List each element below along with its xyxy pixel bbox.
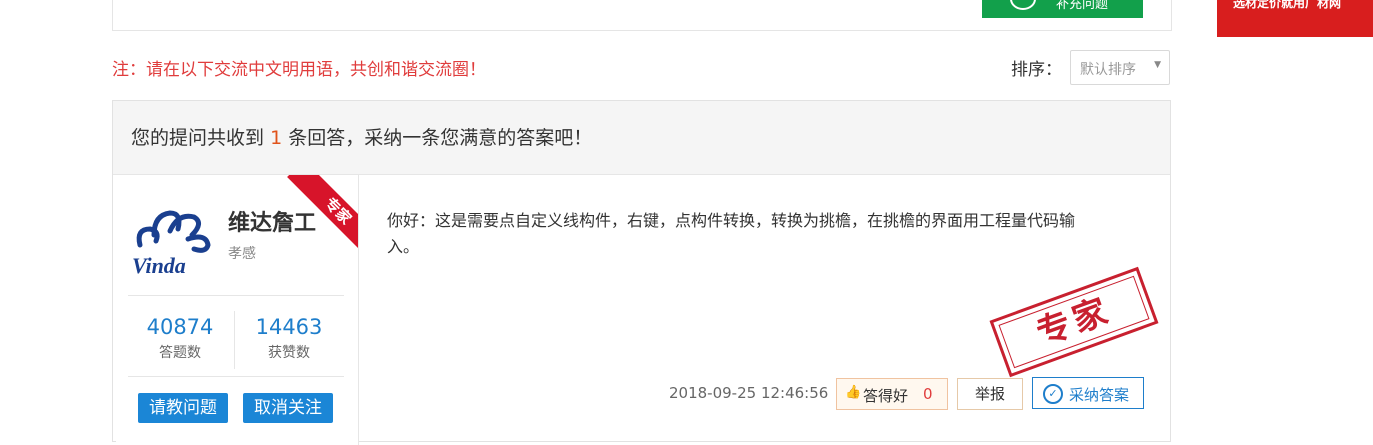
answers-summary: 您的提问共收到 1 条回答，采纳一条您满意的答案吧！ (131, 123, 592, 150)
answer-text: 你好：这是需要点自定义线构件，右键，点构件转换，转换为挑檐，在挑檐的界面用工程量… (387, 211, 1076, 256)
ask-question-button[interactable]: 请教问题 (138, 393, 228, 423)
dropdown-arrow-icon: ▼ (1154, 60, 1161, 70)
side-ad-banner[interactable]: 选材定价就用广材网 (1217, 0, 1373, 37)
unfollow-button[interactable]: 取消关注 (243, 393, 333, 423)
likes-label: 获赞数 (268, 345, 310, 361)
answers-label: 答题数 (159, 345, 201, 361)
good-answer-label: 答得好 (863, 387, 909, 405)
accept-answer-label: 采纳答案 (1069, 386, 1130, 404)
good-answer-button[interactable]: 👍 答得好 0 (836, 378, 948, 410)
stat-likes: 14463 获赞数 (235, 315, 343, 362)
summary-suffix: 条回答，采纳一条您满意的答案吧！ (288, 127, 593, 149)
report-button[interactable]: 举报 (957, 378, 1023, 410)
answers-header: 您的提问共收到 1 条回答，采纳一条您满意的答案吧！ (113, 101, 1170, 175)
summary-prefix: 您的提问共收到 (131, 127, 265, 149)
thumbs-up-icon: 👍 (845, 385, 862, 400)
likes-count: 14463 (255, 315, 323, 339)
svg-text:Vinda: Vinda (132, 253, 186, 277)
stat-answers: 40874 答题数 (126, 315, 234, 362)
sort-selected-value: 默认排序 (1080, 62, 1136, 78)
good-answer-count: 0 (923, 385, 933, 403)
ad-text: 选材定价就用广材网 (1233, 0, 1342, 10)
vinda-logo[interactable]: Vinda (130, 205, 212, 277)
sort-label: 排序： (1011, 60, 1062, 80)
profile-divider (128, 376, 344, 377)
supplement-label: 补充问题 (1056, 0, 1109, 12)
answer-timestamp: 2018-09-25 12:46:56 (669, 384, 829, 402)
accept-answer-button[interactable]: ✓ 采纳答案 (1032, 377, 1144, 409)
expert-location: 孝感 (228, 246, 256, 262)
profile-divider (128, 295, 344, 296)
notice-text: 注：请在以下交流中文明用语，共创和谐交流圈！ (112, 60, 486, 80)
check-circle-icon: ✓ (1043, 384, 1063, 404)
expert-name[interactable]: 维达詹工 (228, 205, 316, 237)
answers-count: 40874 (146, 315, 214, 339)
answer-count: 1 (270, 127, 283, 149)
supplement-question-button[interactable]: 补充问题 (982, 0, 1143, 18)
expert-profile-card: Vinda 维达詹工 孝感 专家 40874 答题数 14463 获赞数 请教问… (116, 175, 359, 445)
chat-icon (1010, 0, 1036, 10)
sort-select[interactable]: 默认排序 ▼ (1070, 50, 1170, 85)
